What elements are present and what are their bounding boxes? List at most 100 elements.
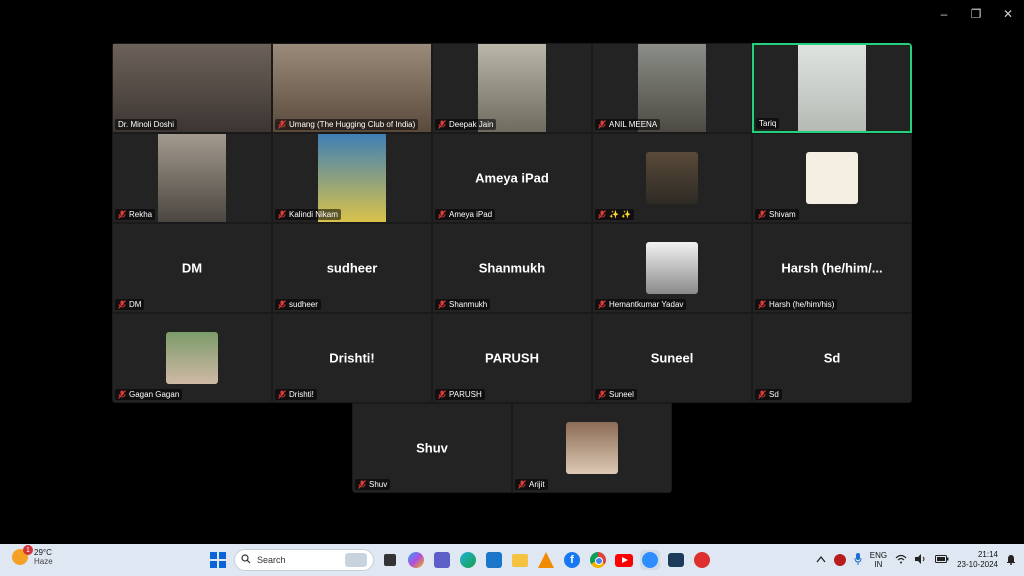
antivirus-icon[interactable] [833,554,846,566]
participant-name: Harsh (he/him/his) [769,300,835,309]
search-placeholder: Search [257,555,286,565]
participant-tile[interactable]: Shuv Shuv [352,403,512,493]
clock[interactable]: 21:14 23-10-2024 [957,550,998,570]
participant-name: DM [129,300,142,309]
participant-tile[interactable]: Dr. Minoli Doshi [112,43,272,133]
participant-tile[interactable]: Ameya iPad Ameya iPad [432,133,592,223]
notifications-icon[interactable] [1006,554,1016,567]
language-code: ENG [869,551,888,560]
copilot-icon[interactable] [406,550,426,570]
participant-name-label: ✨ ✨ [595,209,635,220]
microphone-muted-icon [278,300,286,309]
participant-tile[interactable]: Shanmukh Shanmukh [432,223,592,313]
window-controls: – ❐ ✕ [928,0,1024,28]
participant-name: Kalindi Nikam [289,210,338,219]
participant-tile[interactable]: PARUSH PARUSH [432,313,592,403]
participant-tile[interactable]: Hemantkumar Yadav [592,223,752,313]
vlc-icon[interactable] [536,550,556,570]
participant-tile[interactable]: ANIL MEENA [592,43,752,133]
participant-tile[interactable]: Deepak Jain [432,43,592,133]
participant-name: Shanmukh [449,300,488,309]
participant-name: Dr. Minoli Doshi [118,120,175,129]
participant-name-label: ANIL MEENA [595,119,661,130]
participant-name: PARUSH [449,390,482,399]
weather-desc: Haze [34,557,53,566]
participant-display-name: Harsh (he/him/... [781,260,883,276]
participant-tile[interactable]: ✨ ✨ [592,133,752,223]
participant-name-label: Dr. Minoli Doshi [115,119,178,130]
volume-icon[interactable] [915,554,927,566]
battery-icon[interactable] [935,555,949,565]
participant-name-label: sudheer [275,299,321,310]
media-player-icon[interactable] [666,550,686,570]
participant-name-label: DM [115,299,145,310]
chrome-icon[interactable] [588,550,608,570]
microphone-muted-icon [598,390,606,399]
participant-name-label: Suneel [595,389,637,400]
microphone-muted-icon [598,300,606,309]
facebook-icon[interactable]: f [562,550,582,570]
taskbar-search[interactable]: Search [234,549,374,571]
participant-tile[interactable]: DM DM [112,223,272,313]
participant-video [798,45,866,131]
microphone-muted-icon [598,120,606,129]
close-button[interactable]: ✕ [992,0,1024,28]
participant-avatar [646,242,698,294]
task-view-icon[interactable] [380,550,400,570]
participant-name: Shivam [769,210,796,219]
participant-name-label: Kalindi Nikam [275,209,341,220]
participant-name: Sd [769,390,779,399]
participant-name-label: Shanmukh [435,299,491,310]
participant-tile[interactable]: Shivam [752,133,912,223]
teams-icon[interactable] [432,550,452,570]
start-icon[interactable] [208,550,228,570]
participant-name: Suneel [609,390,634,399]
participant-tile[interactable]: Tariq [752,43,912,133]
participant-tile[interactable]: Rekha [112,133,272,223]
participant-tile[interactable]: Suneel Suneel [592,313,752,403]
participant-name: Rekha [129,210,153,219]
gallery-bottom-row: Shuv Shuv Arijit [352,403,672,493]
wifi-icon[interactable] [895,554,907,566]
participant-name: sudheer [289,300,318,309]
participant-name-label: Rekha [115,209,156,220]
minimize-button[interactable]: – [928,0,960,28]
participant-name-label: Deepak Jain [435,119,497,130]
participant-tile[interactable]: Gagan Gagan [112,313,272,403]
wps-icon[interactable] [692,550,712,570]
weather-temp: 29°C [34,548,52,557]
participant-tile[interactable]: Sd Sd [752,313,912,403]
file-explorer-icon[interactable] [510,550,530,570]
microphone-icon[interactable] [854,553,862,567]
participant-tile[interactable]: Harsh (he/him/... Harsh (he/him/his) [752,223,912,313]
participant-avatar [806,152,858,204]
weather-widget[interactable]: 1 29°C Haze [12,545,53,566]
youtube-icon[interactable] [614,550,634,570]
search-highlight-image [345,553,367,567]
participant-name-label: Tariq [756,118,780,129]
participant-tile[interactable]: Kalindi Nikam [272,133,432,223]
microphone-muted-icon [758,210,766,219]
participant-tile[interactable]: Drishti! Drishti! [272,313,432,403]
participant-avatar [646,152,698,204]
participant-video [158,134,226,222]
microphone-muted-icon [358,480,366,489]
store-icon[interactable] [484,550,504,570]
participant-tile[interactable]: sudheer sudheer [272,223,432,313]
participant-tile[interactable]: Umang (The Hugging Club of India) [272,43,432,133]
zoom-icon[interactable] [640,550,660,570]
microphone-muted-icon [438,210,446,219]
microphone-muted-icon [758,390,766,399]
participant-name: Hemantkumar Yadav [609,300,684,309]
chevron-up-icon[interactable] [816,555,826,565]
clock-time: 21:14 [977,550,998,559]
participant-name-label: Arijit [515,479,548,490]
language-indicator[interactable]: ENG IN [870,551,887,569]
participant-name: Tariq [759,119,777,128]
participant-display-name: Suneel [650,350,694,366]
participant-tile[interactable]: Arijit [512,403,672,493]
participant-name: ✨ ✨ [609,210,632,219]
participant-display-name: Sd [823,350,841,366]
edge-icon[interactable] [458,550,478,570]
restore-button[interactable]: ❐ [960,0,992,28]
